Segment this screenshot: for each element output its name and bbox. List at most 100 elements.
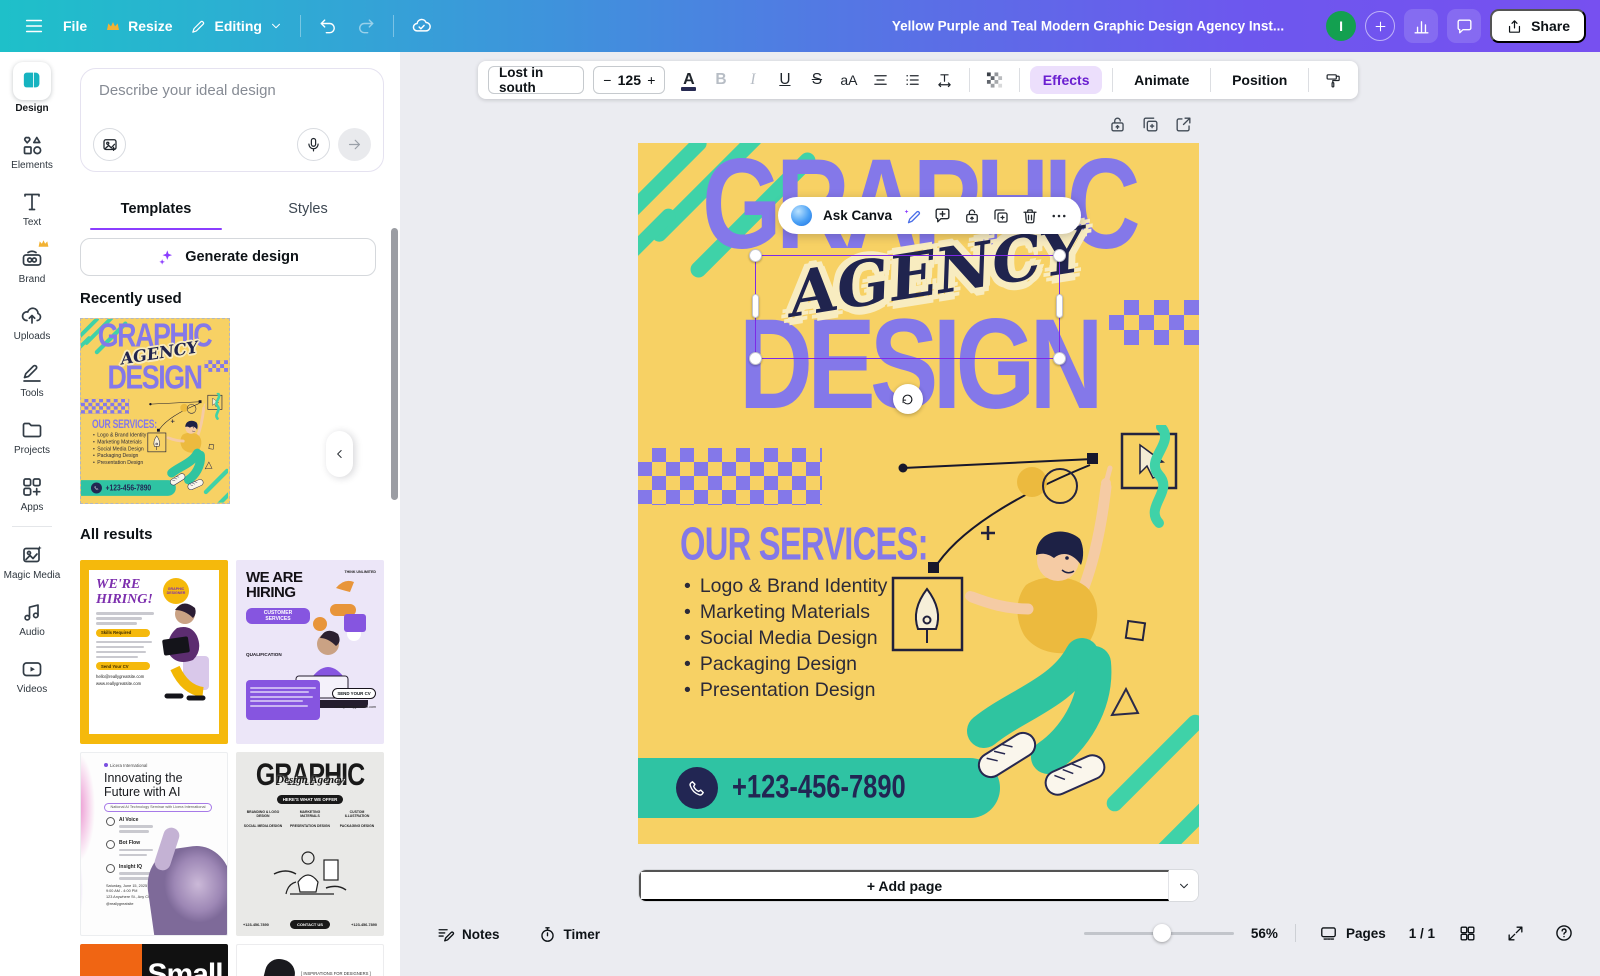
resize-handle-sw[interactable] (749, 352, 762, 365)
generate-design-button[interactable]: Generate design (80, 238, 376, 276)
rotate-handle[interactable] (893, 384, 923, 414)
resize-handle-se[interactable] (1053, 352, 1066, 365)
font-size-decrease[interactable]: − (603, 72, 611, 88)
tab-styles[interactable]: Styles (232, 188, 384, 230)
spacing-button[interactable] (930, 65, 959, 95)
template-thumbnail-were-hiring[interactable]: WE'RE HIRING! GRAPHIC DESIGNER Skills Re… (80, 560, 228, 744)
sidebar-item-videos[interactable]: Videos (0, 657, 64, 695)
help-button[interactable] (1548, 922, 1580, 944)
delete-element-button[interactable] (1021, 207, 1039, 225)
bold-button[interactable]: B (706, 65, 735, 95)
animate-button[interactable]: Animate (1123, 66, 1200, 94)
design-prompt-input[interactable] (97, 81, 365, 100)
redo-button[interactable] (347, 10, 385, 42)
design-page[interactable]: GRAPHIC DESIGN AGENCY OUR SERVICES: Logo… (638, 143, 1199, 844)
apps-icon (20, 475, 44, 499)
invite-member-button[interactable] (1365, 11, 1395, 41)
sidebar-item-design[interactable]: Design (0, 62, 64, 114)
font-size-value[interactable]: 125 (618, 72, 641, 88)
main-menu-button[interactable] (14, 9, 54, 43)
ask-canva-button[interactable]: Ask Canva (823, 208, 892, 223)
undo-button[interactable] (309, 10, 347, 42)
recently-used-thumbnail[interactable]: GRAPHIC DESIGN AGENCY OUR SERVICES: Logo… (80, 318, 230, 504)
sidebar-item-apps[interactable]: Apps (0, 475, 64, 513)
hamburger-icon (23, 15, 45, 37)
resize-handle-ne[interactable] (1053, 249, 1066, 262)
position-button[interactable]: Position (1221, 66, 1298, 94)
more-options-button[interactable] (1050, 207, 1068, 225)
strikethrough-button[interactable]: S (802, 65, 831, 95)
transparency-button[interactable] (980, 65, 1009, 95)
font-size-stepper[interactable]: − 125 + (593, 66, 665, 94)
resize-handle-nw[interactable] (749, 249, 762, 262)
thumb-title: Small (148, 958, 223, 976)
panel-collapse-button[interactable] (326, 431, 353, 477)
resize-button[interactable]: Resize (96, 12, 181, 40)
panel-scrollbar[interactable] (391, 228, 398, 500)
notes-button[interactable]: Notes (430, 924, 506, 945)
poster-illustration[interactable] (876, 425, 1186, 815)
share-button[interactable]: Share (1490, 9, 1586, 43)
fullscreen-button[interactable] (1500, 923, 1531, 944)
pages-button[interactable]: Pages (1313, 923, 1392, 944)
comment-add-button[interactable] (933, 206, 952, 225)
thumb-brand: Licera International (104, 763, 218, 768)
document-title[interactable]: Yellow Purple and Teal Modern Graphic De… (892, 19, 1284, 34)
add-page-options-button[interactable] (1169, 870, 1198, 901)
template-thumbnail-small[interactable]: Small (80, 944, 228, 976)
thumb-text-block (246, 680, 320, 720)
resize-handle-w[interactable] (752, 294, 759, 318)
text-case-button[interactable]: aA (834, 65, 863, 95)
text-align-button[interactable] (866, 65, 895, 95)
sidebar-item-tools[interactable]: Tools (0, 361, 64, 399)
copy-style-button[interactable] (1319, 65, 1348, 95)
magic-pencil-icon (903, 206, 922, 225)
effects-button[interactable]: Effects (1030, 66, 1103, 94)
sidebar-item-text[interactable]: Text (0, 190, 64, 228)
add-page-button[interactable]: + Add page (639, 870, 1169, 901)
sidebar-item-elements[interactable]: Elements (0, 133, 64, 171)
sidebar-item-magic-media[interactable]: Magic Media (0, 543, 64, 581)
move-page-icon[interactable] (1174, 115, 1193, 134)
magic-edit-button[interactable] (903, 206, 922, 225)
tab-templates[interactable]: Templates (80, 188, 232, 230)
timer-button[interactable]: Timer (532, 924, 607, 945)
insights-button[interactable] (1404, 9, 1438, 43)
redo-icon (356, 16, 376, 36)
font-family-selector[interactable]: Lost in south (488, 66, 584, 94)
template-thumbnail-inspirations[interactable]: [ INSPIRATIONS FOR DESIGNERS ] (236, 944, 384, 976)
duplicate-element-button[interactable] (992, 207, 1010, 225)
zoom-slider[interactable] (1084, 932, 1234, 935)
sidebar-item-uploads[interactable]: Uploads (0, 304, 64, 342)
file-menu-button[interactable]: File (54, 12, 96, 40)
ai-prompt-card[interactable] (80, 68, 384, 172)
zoom-slider-thumb[interactable] (1153, 924, 1171, 942)
grid-view-button[interactable] (1452, 923, 1483, 944)
avatar[interactable]: I (1326, 11, 1356, 41)
sidebar-item-brand[interactable]: Brand (0, 247, 64, 285)
template-thumbnail-ai-seminar[interactable]: Licera International Innovating the Futu… (80, 752, 228, 936)
template-thumbnail-graphic-bw[interactable]: GRAPHIC Design Agency HERE'S WHAT WE OFF… (236, 752, 384, 936)
resize-handle-e[interactable] (1056, 294, 1063, 318)
save-status-button[interactable] (402, 10, 441, 43)
comments-button[interactable] (1447, 9, 1481, 43)
italic-button[interactable]: I (738, 65, 767, 95)
submit-prompt-button[interactable] (338, 128, 371, 161)
selection-box[interactable] (755, 255, 1060, 359)
template-thumbnail-we-are-hiring[interactable]: WE ARE HIRING THINK UNLIMITED CUSTOMER S… (236, 560, 384, 744)
editing-mode-button[interactable]: Editing (181, 12, 291, 41)
underline-button[interactable]: U (770, 65, 799, 95)
sidebar-item-projects[interactable]: Projects (0, 418, 64, 456)
lock-page-icon[interactable] (1108, 115, 1127, 134)
duplicate-page-icon[interactable] (1141, 115, 1160, 134)
text-color-button[interactable]: A (674, 65, 703, 95)
add-image-button[interactable] (93, 128, 126, 161)
sidebar-item-audio[interactable]: Audio (0, 600, 64, 638)
zoom-level[interactable]: 56% (1251, 926, 1278, 941)
font-size-increase[interactable]: + (647, 72, 655, 88)
list-button[interactable] (898, 65, 927, 95)
footer-divider (1295, 924, 1296, 942)
voice-input-button[interactable] (297, 128, 330, 161)
lock-element-button[interactable] (963, 207, 981, 225)
poster-services-list[interactable]: Logo & Brand Identity Marketing Material… (684, 573, 887, 703)
